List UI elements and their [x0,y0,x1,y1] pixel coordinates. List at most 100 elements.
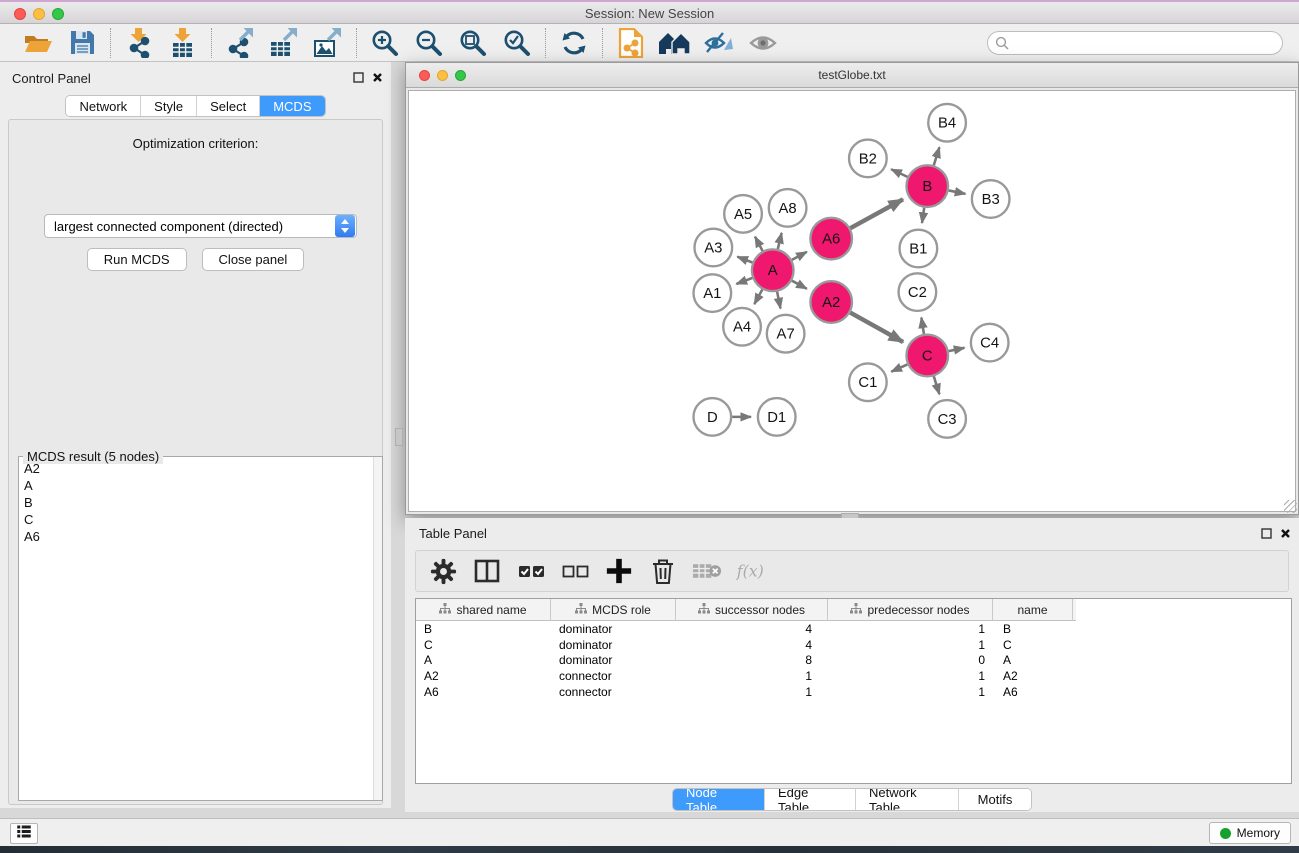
new-network-from-file-icon[interactable] [615,27,647,59]
column-header-successor-nodes[interactable]: successor nodes [676,599,828,621]
export-image-icon[interactable] [312,27,344,59]
tab-network-table[interactable]: Network Table [856,789,959,810]
close-table-panel-icon[interactable] [1280,526,1291,544]
table-cell[interactable]: dominator [551,638,676,652]
table-cell[interactable]: 1 [676,669,828,683]
tab-network[interactable]: Network [66,96,141,116]
table-cell[interactable]: 1 [828,622,993,636]
edge-C-C2[interactable] [921,318,924,334]
export-table-icon[interactable] [268,27,300,59]
column-header-name[interactable]: name [993,599,1073,621]
result-list-scrollbar[interactable] [373,457,382,800]
tab-mcds[interactable]: MCDS [260,96,324,116]
select-all-columns-icon[interactable] [516,556,546,586]
table-cell[interactable]: 1 [828,638,993,652]
table-cell[interactable]: C [993,638,1073,652]
edge-A-A7[interactable] [777,292,780,309]
table-cell[interactable]: 8 [676,653,828,667]
table-cell[interactable]: A6 [993,685,1073,699]
window-resize-grip[interactable] [1284,500,1297,513]
import-table-icon[interactable] [167,27,199,59]
float-table-panel-icon[interactable] [1261,526,1272,544]
task-history-button[interactable] [10,823,38,844]
close-panel-icon[interactable] [372,70,383,88]
edge-C-C1[interactable] [891,364,907,371]
table-cell[interactable]: C [416,638,551,652]
column-header-MCDS-role[interactable]: MCDS role [551,599,676,621]
home-pair-icon[interactable] [659,27,691,59]
zoom-in-icon[interactable] [369,27,401,59]
vertical-splitter-grip[interactable] [395,428,403,446]
tab-motifs[interactable]: Motifs [959,789,1031,810]
refresh-network-icon[interactable] [558,27,590,59]
edge-A-A8[interactable] [778,233,782,249]
table-cell[interactable]: 4 [676,622,828,636]
table-row[interactable]: A6connector11A6 [416,684,1291,700]
edge-C-C3[interactable] [934,376,940,394]
edge-A6-B[interactable] [850,199,903,228]
table-cell[interactable]: A [993,653,1073,667]
table-cell[interactable]: A2 [416,669,551,683]
network-window-titlebar[interactable]: testGlobe.txt [406,63,1298,88]
table-cell[interactable]: A [416,653,551,667]
mcds-result-item[interactable]: A6 [20,528,372,545]
search-input[interactable] [987,31,1283,55]
network-graph[interactable]: B4B2BB3B1C2A5A8A6A3AA1A2A4A7CC4C1C3DD1 [409,91,1295,511]
settings-gear-icon[interactable] [428,556,458,586]
criterion-dropdown[interactable]: largest connected component (directed) [44,214,357,238]
tab-node-table[interactable]: Node Table [673,789,765,810]
memory-button[interactable]: Memory [1209,822,1291,844]
zoom-out-icon[interactable] [413,27,445,59]
table-cell[interactable]: 4 [676,638,828,652]
table-cell[interactable]: 1 [676,685,828,699]
mcds-result-item[interactable]: B [20,494,372,511]
network-canvas[interactable]: B4B2BB3B1C2A5A8A6A3AA1A2A4A7CC4C1C3DD1 [408,90,1296,512]
save-session-icon[interactable] [66,27,98,59]
node-table[interactable]: shared nameMCDS rolesuccessor nodesprede… [415,598,1292,784]
table-cell[interactable]: dominator [551,653,676,667]
import-network-icon[interactable] [123,27,155,59]
float-panel-icon[interactable] [353,70,364,88]
delete-column-icon[interactable] [648,556,678,586]
edge-A-A3[interactable] [737,257,752,263]
run-mcds-button[interactable]: Run MCDS [87,248,187,271]
edge-B-B3[interactable] [949,190,966,193]
edge-B-B4[interactable] [934,147,940,165]
hide-annotations-icon[interactable] [703,27,735,59]
table-cell[interactable]: connector [551,669,676,683]
table-cell[interactable]: 1 [828,685,993,699]
zoom-fit-icon[interactable] [457,27,489,59]
edge-A-A1[interactable] [736,278,752,284]
table-cell[interactable]: B [993,622,1073,636]
mcds-result-item[interactable]: C [20,511,372,528]
edge-A2-C[interactable] [850,313,903,342]
table-cell[interactable]: A6 [416,685,551,699]
close-panel-button[interactable]: Close panel [202,248,305,271]
table-row[interactable]: Cdominator41C [416,637,1291,653]
table-cell[interactable]: A2 [993,669,1073,683]
table-cell[interactable]: connector [551,685,676,699]
column-header-shared-name[interactable]: shared name [416,599,551,621]
column-header-predecessor-nodes[interactable]: predecessor nodes [828,599,993,621]
edge-B-B1[interactable] [922,208,924,223]
table-row[interactable]: Adominator80A [416,653,1291,669]
edge-C-C4[interactable] [949,348,965,351]
show-annotations-icon[interactable] [747,27,779,59]
zoom-selected-icon[interactable] [501,27,533,59]
table-row[interactable]: Bdominator41B [416,621,1291,637]
open-session-icon[interactable] [22,27,54,59]
export-network-icon[interactable] [224,27,256,59]
edge-A-A2[interactable] [792,281,807,289]
deselect-all-columns-icon[interactable] [560,556,590,586]
edge-B-B2[interactable] [891,169,907,177]
edge-A-A4[interactable] [754,289,762,304]
edge-A-A5[interactable] [755,237,763,251]
table-cell[interactable]: B [416,622,551,636]
tab-style[interactable]: Style [141,96,197,116]
tab-select[interactable]: Select [197,96,260,116]
tab-edge-table[interactable]: Edge Table [765,789,856,810]
table-cell[interactable]: dominator [551,622,676,636]
edge-A-A6[interactable] [792,252,807,260]
mcds-result-item[interactable]: A [20,477,372,494]
mcds-result-item[interactable]: A2 [20,460,372,477]
